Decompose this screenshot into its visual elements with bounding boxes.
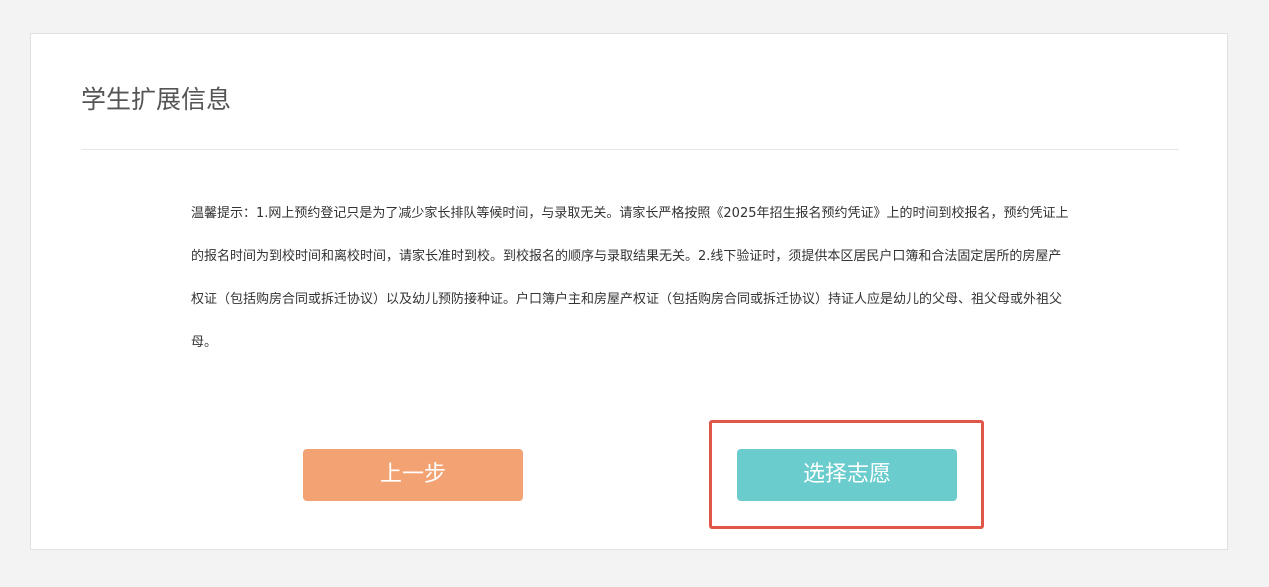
page-title: 学生扩展信息 (81, 85, 232, 114)
extended-info-card: 学生扩展信息 温馨提示：1.网上预约登记只是为了减少家长排队等候时间，与录取无关… (30, 33, 1228, 550)
select-preference-button[interactable]: 选择志愿 (737, 449, 957, 501)
previous-step-button[interactable]: 上一步 (303, 449, 523, 501)
title-divider (81, 149, 1179, 150)
notice-text: 温馨提示：1.网上预约登记只是为了减少家长排队等候时间，与录取无关。请家长严格按… (191, 206, 1069, 350)
